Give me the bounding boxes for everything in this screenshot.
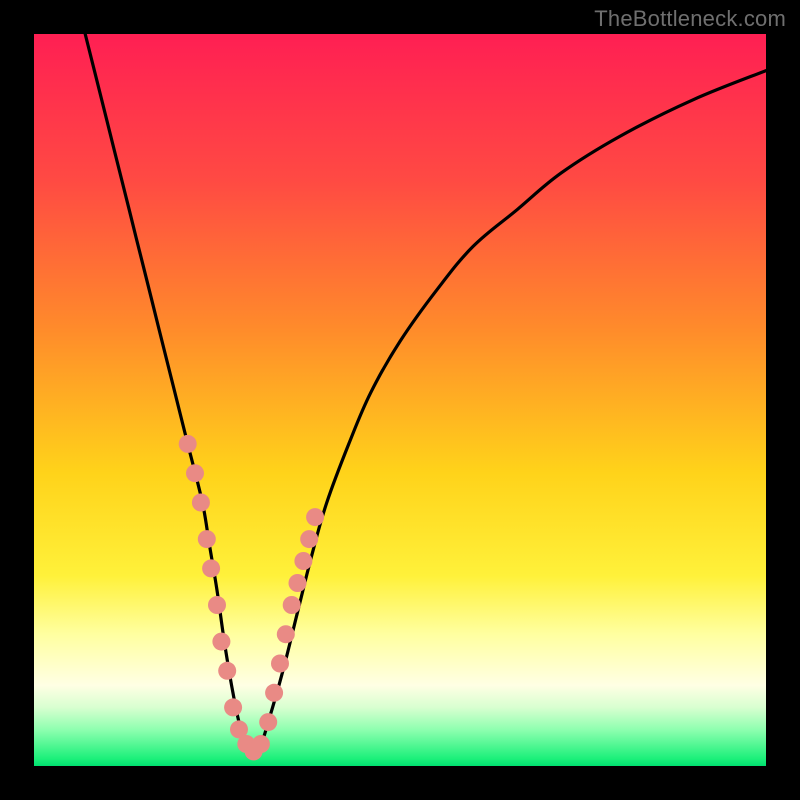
marker-point	[277, 625, 295, 643]
marker-point	[271, 655, 289, 673]
marker-point	[252, 735, 270, 753]
watermark-text: TheBottleneck.com	[594, 6, 786, 32]
marker-point	[186, 464, 204, 482]
marker-point	[218, 662, 236, 680]
chart-svg	[34, 34, 766, 766]
marker-point	[294, 552, 312, 570]
marker-point	[192, 494, 210, 512]
marker-point	[198, 530, 216, 548]
marker-point	[283, 596, 301, 614]
plot-area	[34, 34, 766, 766]
marker-point	[300, 530, 318, 548]
marker-point	[212, 633, 230, 651]
marker-point	[179, 435, 197, 453]
marker-point	[208, 596, 226, 614]
marker-point	[265, 684, 283, 702]
marker-point	[306, 508, 324, 526]
marker-point	[289, 574, 307, 592]
marker-point	[259, 713, 277, 731]
outer-frame: TheBottleneck.com	[0, 0, 800, 800]
marker-point	[224, 698, 242, 716]
bottleneck-curve	[85, 34, 766, 751]
marker-point	[202, 559, 220, 577]
